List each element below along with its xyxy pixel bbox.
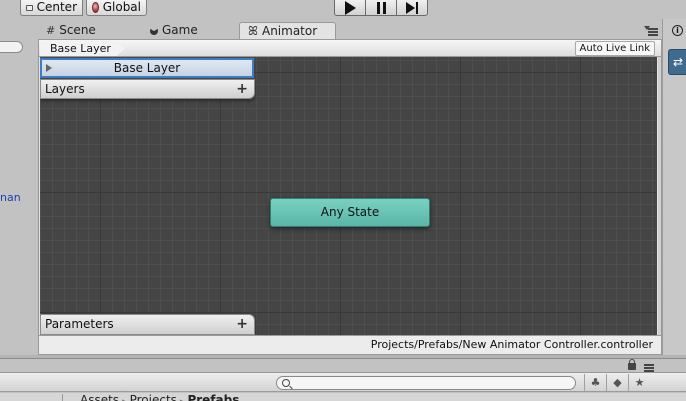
hash-icon: # bbox=[46, 24, 56, 37]
parameters-header: Parameters + bbox=[40, 314, 255, 335]
project-breadcrumb: Assets▸Projects▸Prefabs bbox=[80, 393, 239, 401]
hierarchy-search-input[interactable] bbox=[0, 41, 23, 53]
animator-window: Base Layer Auto Live Link Base Layer Lay… bbox=[38, 39, 662, 355]
project-search-input[interactable] bbox=[276, 376, 576, 390]
tab-scene-label: Scene bbox=[59, 23, 96, 37]
crumb-assets[interactable]: Assets bbox=[80, 393, 119, 401]
layers-header: Layers + bbox=[40, 79, 255, 99]
add-layer-plus-icon[interactable]: + bbox=[236, 80, 248, 98]
tab-animator[interactable]: ꕤ Animator bbox=[239, 22, 336, 39]
globe-icon bbox=[92, 2, 99, 13]
layers-header-label: Layers bbox=[45, 82, 85, 96]
crumb-separator-icon: ▸ bbox=[177, 397, 188, 401]
add-parameter-plus-icon[interactable]: + bbox=[236, 315, 248, 333]
main-toolbar: Center Global bbox=[0, 0, 686, 19]
play-button[interactable] bbox=[334, 0, 366, 16]
tab-scene[interactable]: # Scene bbox=[38, 22, 138, 39]
crumb-prefabs[interactable]: Prefabs bbox=[187, 393, 239, 401]
controller-path-status: Projects/Prefabs/New Animator Controller… bbox=[39, 335, 661, 354]
pivot-center-label: Center bbox=[36, 0, 77, 14]
filter-type-icon[interactable]: ♣ bbox=[584, 374, 606, 391]
state-graph[interactable]: Base Layer Layers + Any State Parameters… bbox=[40, 57, 657, 335]
tab-menu-icon[interactable] bbox=[644, 26, 658, 36]
parameters-header-label: Parameters bbox=[45, 317, 114, 331]
expand-triangle-icon[interactable] bbox=[46, 64, 52, 72]
hierarchy-panel: nan bbox=[0, 37, 36, 355]
space-global-button[interactable]: Global bbox=[86, 0, 147, 16]
panel-divider[interactable] bbox=[0, 355, 686, 359]
tab-game-label: Game bbox=[162, 23, 198, 37]
project-menu-icon[interactable] bbox=[644, 364, 654, 372]
project-breadcrumb-row: Assets▸Projects▸Prefabs bbox=[0, 393, 686, 401]
space-global-label: Global bbox=[102, 0, 141, 14]
pivot-center-button[interactable]: Center bbox=[20, 0, 83, 16]
graph-scrollbar[interactable] bbox=[658, 57, 661, 335]
project-toolbar: ♣ ◆ ★ bbox=[0, 372, 686, 392]
auto-live-link-toggle[interactable]: Auto Live Link bbox=[574, 41, 655, 56]
animator-header: Base Layer Auto Live Link bbox=[39, 40, 661, 57]
layer-item-label: Base Layer bbox=[113, 61, 181, 75]
step-button[interactable] bbox=[396, 0, 428, 16]
layer-item-base-layer[interactable]: Base Layer bbox=[40, 58, 254, 78]
tab-animator-label: Animator bbox=[261, 23, 318, 38]
tab-game[interactable]: Game bbox=[142, 22, 238, 39]
search-icon bbox=[282, 379, 290, 387]
crumb-separator-icon: ▸ bbox=[119, 397, 130, 401]
play-icon bbox=[344, 0, 356, 15]
pause-button[interactable] bbox=[365, 0, 397, 16]
lock-icon[interactable] bbox=[628, 359, 636, 370]
center-icon bbox=[26, 4, 33, 11]
hierarchy-link[interactable]: nan bbox=[0, 191, 21, 204]
info-icon[interactable]: i bbox=[672, 25, 683, 36]
playback-controls bbox=[334, 0, 428, 16]
project-filter-icons: ♣ ◆ ★ bbox=[584, 374, 650, 391]
pacman-icon bbox=[150, 26, 158, 35]
pause-icon bbox=[376, 1, 386, 14]
layer-breadcrumb[interactable]: Base Layer bbox=[40, 41, 125, 56]
filter-label-icon[interactable]: ◆ bbox=[606, 374, 628, 391]
inspector-panel: i ⇄ bbox=[662, 19, 686, 359]
favorite-star-icon[interactable]: ★ bbox=[628, 374, 650, 391]
editor-tabs: # Scene Game ꕤ Animator bbox=[38, 19, 662, 39]
any-state-node[interactable]: Any State bbox=[270, 198, 430, 227]
step-icon bbox=[406, 1, 418, 14]
crumb-projects[interactable]: Projects bbox=[130, 393, 177, 401]
scroll-up-icon[interactable] bbox=[62, 394, 70, 401]
animator-icon: ꕤ bbox=[248, 23, 258, 38]
layers-panel: Base Layer Layers + bbox=[40, 57, 255, 102]
inspector-tab-icon[interactable]: ⇄ bbox=[668, 49, 686, 75]
